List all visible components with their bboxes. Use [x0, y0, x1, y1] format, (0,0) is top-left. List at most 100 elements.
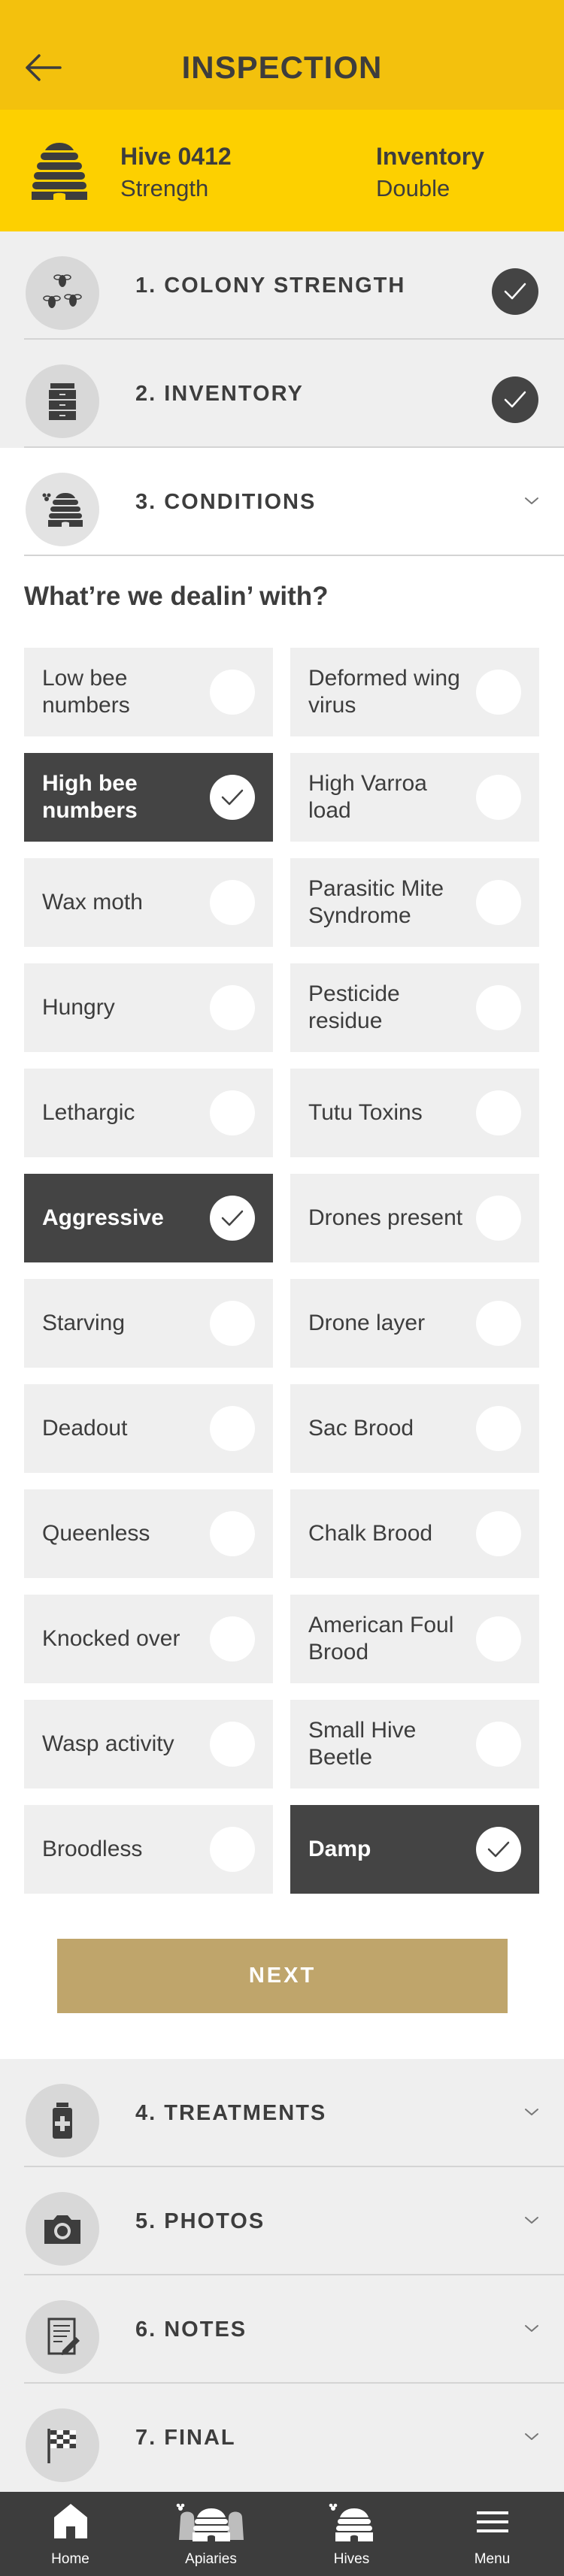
unchecked-circle-icon[interactable] — [476, 1511, 521, 1556]
section-icon-circle — [26, 2408, 99, 2482]
condition-option[interactable]: American Foul Brood — [290, 1595, 539, 1683]
section-title: 5. PHOTOS — [135, 2209, 265, 2233]
condition-option[interactable]: Drones present — [290, 1174, 539, 1262]
chevron-down-icon — [525, 2109, 538, 2115]
condition-option[interactable]: Sac Brood — [290, 1384, 539, 1473]
section-inventory[interactable]: 2. INVENTORY — [0, 340, 564, 448]
unchecked-circle-icon[interactable] — [210, 1722, 255, 1767]
section-icon-circle — [26, 2192, 99, 2266]
condition-option-label: Deformed wing virus — [308, 666, 460, 718]
section-title: 7. FINAL — [135, 2426, 236, 2450]
condition-option[interactable]: Deformed wing virus — [290, 648, 539, 736]
section-complete-badge — [492, 268, 538, 315]
condition-option[interactable]: Wasp activity — [24, 1700, 273, 1788]
condition-option[interactable]: Aggressive — [24, 1174, 273, 1262]
condition-option[interactable]: Chalk Brood — [290, 1489, 539, 1578]
section-title: 6. NOTES — [135, 2317, 247, 2342]
tab-menu[interactable]: Menu — [422, 2492, 562, 2576]
condition-option-label: Broodless — [42, 1837, 143, 1861]
unchecked-circle-icon[interactable] — [210, 1406, 255, 1451]
condition-option-label: Queenless — [42, 1521, 150, 1546]
next-button[interactable]: NEXT — [57, 1939, 508, 2013]
chevron-down-icon — [525, 2325, 538, 2332]
condition-option-label: Hungry — [42, 995, 115, 1020]
camera-icon — [44, 2215, 80, 2244]
medicine-bottle-icon — [53, 2103, 72, 2139]
unchecked-circle-icon[interactable] — [476, 1090, 521, 1135]
checkmark-icon — [221, 1210, 244, 1226]
checkered-flag-icon — [47, 2429, 76, 2463]
condition-option[interactable]: Deadout — [24, 1384, 273, 1473]
section-complete-badge — [492, 376, 538, 423]
condition-option-label: Pesticide residue — [308, 981, 400, 1033]
section-icon-circle — [26, 256, 99, 330]
unchecked-circle-icon[interactable] — [476, 775, 521, 820]
section-photos[interactable]: 5. PHOTOS — [0, 2167, 564, 2275]
condition-option-label: Deadout — [42, 1416, 128, 1441]
condition-option-label: Small Hive Beetle — [308, 1718, 417, 1770]
condition-option[interactable]: Small Hive Beetle — [290, 1700, 539, 1788]
chevron-down-icon — [525, 2433, 538, 2440]
apiaries-icon — [176, 2503, 244, 2541]
condition-option[interactable]: Knocked over — [24, 1595, 273, 1683]
hamburger-menu-icon — [476, 2511, 508, 2532]
unchecked-circle-icon[interactable] — [476, 1722, 521, 1767]
section-conditions[interactable]: 3. CONDITIONS — [0, 448, 564, 556]
checked-circle-icon[interactable] — [476, 1827, 521, 1872]
unchecked-circle-icon[interactable] — [476, 880, 521, 925]
unchecked-circle-icon[interactable] — [210, 670, 255, 715]
condition-option[interactable]: Hungry — [24, 963, 273, 1052]
bees-icon — [43, 274, 82, 308]
condition-option-label: Drone layer — [308, 1311, 426, 1335]
unchecked-circle-icon[interactable] — [476, 1616, 521, 1661]
unchecked-circle-icon[interactable] — [210, 1511, 255, 1556]
tab-label: Apiaries — [185, 2551, 237, 2567]
condition-option-label: Damp — [308, 1837, 371, 1861]
condition-option[interactable]: Low bee numbers — [24, 648, 273, 736]
unchecked-circle-icon[interactable] — [476, 1301, 521, 1346]
condition-option-label: Tutu Toxins — [308, 1100, 423, 1125]
unchecked-circle-icon[interactable] — [476, 670, 521, 715]
condition-option-label: Drones present — [308, 1205, 463, 1230]
unchecked-circle-icon[interactable] — [210, 1616, 255, 1661]
condition-option[interactable]: Pesticide residue — [290, 963, 539, 1052]
unchecked-circle-icon[interactable] — [210, 1827, 255, 1872]
section-treatments[interactable]: 4. TREATMENTS — [0, 2059, 564, 2167]
condition-option[interactable]: Damp — [290, 1805, 539, 1894]
unchecked-circle-icon[interactable] — [210, 1090, 255, 1135]
hive-name: Hive 0412 — [120, 143, 232, 170]
tab-home[interactable]: Home — [0, 2492, 141, 2576]
condition-option[interactable]: Queenless — [24, 1489, 273, 1578]
condition-option[interactable]: High bee numbers — [24, 753, 273, 842]
condition-option[interactable]: Parasitic Mite Syndrome — [290, 858, 539, 947]
section-colony-strength[interactable]: 1. COLONY STRENGTH — [0, 231, 564, 340]
divider — [24, 555, 564, 556]
section-final[interactable]: 7. FINAL — [0, 2384, 564, 2492]
section-icon-circle — [26, 2084, 99, 2157]
section-notes[interactable]: 6. NOTES — [0, 2275, 564, 2384]
condition-option[interactable]: Wax moth — [24, 858, 273, 947]
unchecked-circle-icon[interactable] — [476, 985, 521, 1030]
condition-option[interactable]: High Varroa load — [290, 753, 539, 842]
checked-circle-icon[interactable] — [210, 1196, 255, 1241]
unchecked-circle-icon[interactable] — [476, 1196, 521, 1241]
checkmark-icon — [504, 283, 526, 300]
condition-option[interactable]: Lethargic — [24, 1069, 273, 1157]
condition-option-label: Starving — [42, 1311, 126, 1335]
condition-option[interactable]: Drone layer — [290, 1279, 539, 1368]
condition-option[interactable]: Broodless — [24, 1805, 273, 1894]
tab-hives[interactable]: Hives — [281, 2492, 422, 2576]
condition-option-label: High bee numbers — [42, 771, 138, 823]
unchecked-circle-icon[interactable] — [476, 1406, 521, 1451]
condition-option-label: Aggressive — [42, 1205, 164, 1230]
condition-option[interactable]: Tutu Toxins — [290, 1069, 539, 1157]
unchecked-circle-icon[interactable] — [210, 985, 255, 1030]
hive-boxes-icon — [49, 383, 76, 420]
tab-apiaries[interactable]: Apiaries — [141, 2492, 281, 2576]
condition-option-label: Parasitic Mite Syndrome — [308, 876, 444, 928]
checked-circle-icon[interactable] — [210, 775, 255, 820]
beehive-icon — [32, 143, 87, 200]
condition-option[interactable]: Starving — [24, 1279, 273, 1368]
unchecked-circle-icon[interactable] — [210, 1301, 255, 1346]
unchecked-circle-icon[interactable] — [210, 880, 255, 925]
